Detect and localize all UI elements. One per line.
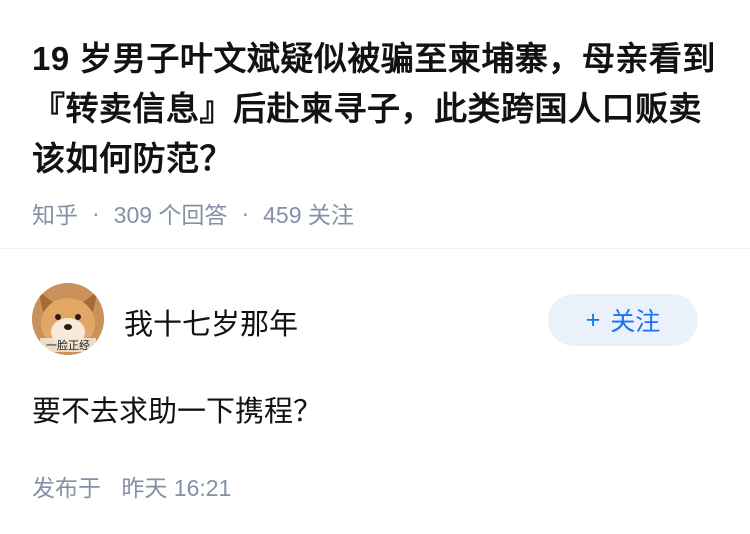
question-meta: 知乎 · 309 个回答 · 459 关注: [32, 196, 354, 230]
published-label: 发布于: [32, 475, 101, 501]
question-header: 19 岁男子叶文斌疑似被骗至柬埔寨，母亲看到『转卖信息』后赴柬寻子，此类跨国人口…: [32, 34, 722, 184]
site-name: 知乎: [32, 202, 78, 228]
follow-button[interactable]: + 关注: [548, 294, 698, 346]
follow-button-label: 关注: [610, 308, 661, 336]
published-time: 昨天 16:21: [121, 475, 232, 501]
question-title[interactable]: 19 岁男子叶文斌疑似被骗至柬埔寨，母亲看到『转卖信息』后赴柬寻子，此类跨国人口…: [32, 34, 722, 184]
meta-separator: ·: [241, 199, 250, 226]
meta-separator: ·: [92, 199, 100, 226]
answer-timestamp: 发布于 昨天 16:21: [32, 469, 231, 503]
answer-content[interactable]: 要不去求助一下携程？: [32, 388, 322, 430]
answer-count[interactable]: 309 个回答: [114, 196, 228, 230]
answer-author: 一脸正经 我十七岁那年 + 关注: [32, 283, 718, 355]
author-name[interactable]: 我十七岁那年: [124, 301, 298, 343]
plus-icon: +: [585, 305, 601, 334]
section-divider: [0, 248, 750, 249]
avatar-caption: 一脸正经: [46, 338, 90, 352]
avatar[interactable]: 一脸正经: [32, 283, 104, 355]
shiba-dog-avatar-icon: 一脸正经: [32, 283, 104, 355]
follower-count[interactable]: 459 关注: [263, 196, 354, 230]
